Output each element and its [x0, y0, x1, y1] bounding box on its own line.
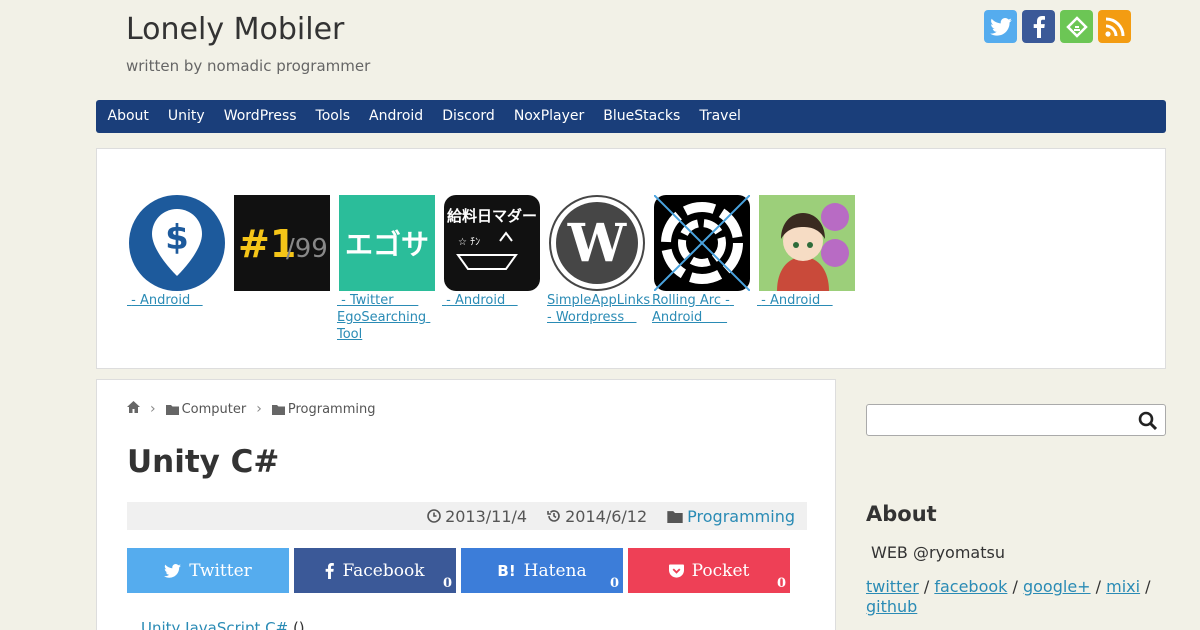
share-twitter-button[interactable]: Twitter: [127, 548, 289, 593]
twitter-icon[interactable]: [984, 10, 1017, 43]
app-label[interactable]: Rolling Arc - Android: [652, 292, 748, 326]
social-icons: [984, 10, 1131, 43]
about-web: WEB @ryomatsu: [871, 543, 1005, 562]
category-link[interactable]: Programming: [687, 507, 795, 526]
chevron-right-icon: ›: [256, 401, 262, 417]
nav-item-tools[interactable]: Tools: [306, 100, 360, 133]
app-label[interactable]: - Android: [442, 292, 538, 309]
link-github[interactable]: github: [866, 597, 917, 616]
site-description: written by nomadic programmer: [126, 57, 371, 75]
share-pocket-button[interactable]: Pocket 0: [628, 548, 790, 593]
folder-icon: [667, 510, 683, 523]
search-icon[interactable]: [1138, 411, 1158, 434]
published-date: 2013/11/4: [427, 507, 527, 526]
rolling-arc-icon[interactable]: [654, 195, 750, 291]
dollar-pin-icon[interactable]: $: [129, 195, 225, 291]
app-label[interactable]: SimpleAppLinks - Wordpress: [547, 292, 650, 326]
nav-item-noxplayer[interactable]: NoxPlayer: [504, 100, 593, 133]
wordpress-icon[interactable]: W: [549, 195, 645, 291]
breadcrumb-item[interactable]: Programming: [271, 402, 375, 417]
app-card[interactable]: W SimpleAppLinks - Wordpress: [547, 195, 650, 326]
nav-item-android[interactable]: Android: [360, 100, 433, 133]
breadcrumb-item[interactable]: Computer: [165, 402, 246, 417]
share-buttons: Twitter Facebook 0 B! Hatena 0 Pocket 0: [127, 548, 790, 593]
post-category: Programming: [667, 507, 795, 526]
feedly-icon[interactable]: [1060, 10, 1093, 43]
app-card[interactable]: 給料日マダー ☆ ﾁﾝ - Android: [442, 195, 542, 309]
folder-icon: [165, 404, 179, 415]
app-card[interactable]: $ - Android: [127, 195, 227, 309]
nav-item-unity[interactable]: Unity: [158, 100, 214, 133]
app-card[interactable]: #1 /99: [232, 195, 332, 292]
share-count: 0: [442, 576, 452, 591]
chevron-right-icon: ›: [150, 401, 156, 417]
link-twitter[interactable]: twitter: [866, 577, 919, 596]
share-count: 0: [609, 576, 619, 591]
breadcrumb: › Computer › Programming: [127, 401, 375, 417]
svg-text:$: $: [165, 218, 189, 258]
about-heading: About: [866, 502, 937, 526]
link-googleplus[interactable]: google+: [1023, 577, 1091, 596]
app-label[interactable]: - Android: [757, 292, 853, 309]
nav-item-bluestacks[interactable]: BlueStacks: [594, 100, 690, 133]
clock-icon: [427, 509, 441, 523]
post-title: Unity C#: [127, 444, 280, 480]
link-facebook[interactable]: facebook: [934, 577, 1007, 596]
share-hatena-button[interactable]: B! Hatena 0: [461, 548, 623, 593]
app-card[interactable]: エゴサ - Twitter EgoSearching Tool: [337, 195, 437, 343]
site-title[interactable]: Lonely Mobiler: [126, 12, 344, 47]
updated-date: 2014/6/12: [547, 507, 647, 526]
share-facebook-button[interactable]: Facebook 0: [294, 548, 456, 593]
number-one-icon[interactable]: #1 /99: [234, 195, 330, 291]
umbrella-girl-icon[interactable]: [759, 195, 855, 291]
folder-icon: [271, 404, 285, 415]
svg-text:給料日マダー: 給料日マダー: [447, 207, 537, 225]
svg-text:/99: /99: [286, 234, 328, 264]
home-icon[interactable]: [127, 401, 140, 417]
nav-item-discord[interactable]: Discord: [433, 100, 505, 133]
egosa-icon[interactable]: エゴサ: [339, 195, 435, 291]
share-count: 0: [776, 576, 786, 591]
app-card[interactable]: Rolling Arc - Android: [652, 195, 752, 326]
post-meta: 2013/11/4 2014/6/12 Programming: [127, 502, 807, 530]
svg-text:エゴサ: エゴサ: [345, 228, 429, 261]
facebook-icon: [326, 562, 335, 579]
link-mixi[interactable]: mixi: [1106, 577, 1140, 596]
main-nav: About Unity WordPress Tools Android Disc…: [96, 100, 1166, 133]
twitter-icon: [164, 563, 182, 578]
nav-item-wordpress[interactable]: WordPress: [214, 100, 306, 133]
post-body-first-line: Unity JavaScript C# (): [141, 619, 305, 630]
rss-icon[interactable]: [1098, 10, 1131, 43]
app-label[interactable]: - Twitter EgoSearching Tool: [337, 292, 433, 343]
hatena-icon: B!: [497, 561, 516, 580]
history-icon: [547, 510, 560, 522]
svg-text:W: W: [567, 213, 628, 274]
payday-icon[interactable]: 給料日マダー ☆ ﾁﾝ: [444, 195, 540, 291]
apps-showcase: $ - Android #1 /99 エゴサ - Twitter EgoSear…: [96, 148, 1166, 369]
svg-text:☆ ﾁﾝ: ☆ ﾁﾝ: [458, 237, 480, 248]
pocket-icon: [668, 563, 684, 578]
post-link[interactable]: Unity JavaScript C#: [141, 619, 288, 630]
nav-item-travel[interactable]: Travel: [690, 100, 751, 133]
facebook-icon[interactable]: [1022, 10, 1055, 43]
about-links: twitter / facebook / google+ / mixi / gi…: [866, 577, 1151, 616]
nav-item-about[interactable]: About: [98, 100, 158, 133]
search-input[interactable]: [866, 404, 1166, 436]
post-container: › Computer › Programming Unity C# 2013/1…: [96, 379, 836, 630]
app-label[interactable]: - Android: [127, 292, 223, 309]
app-card[interactable]: - Android: [757, 195, 857, 309]
